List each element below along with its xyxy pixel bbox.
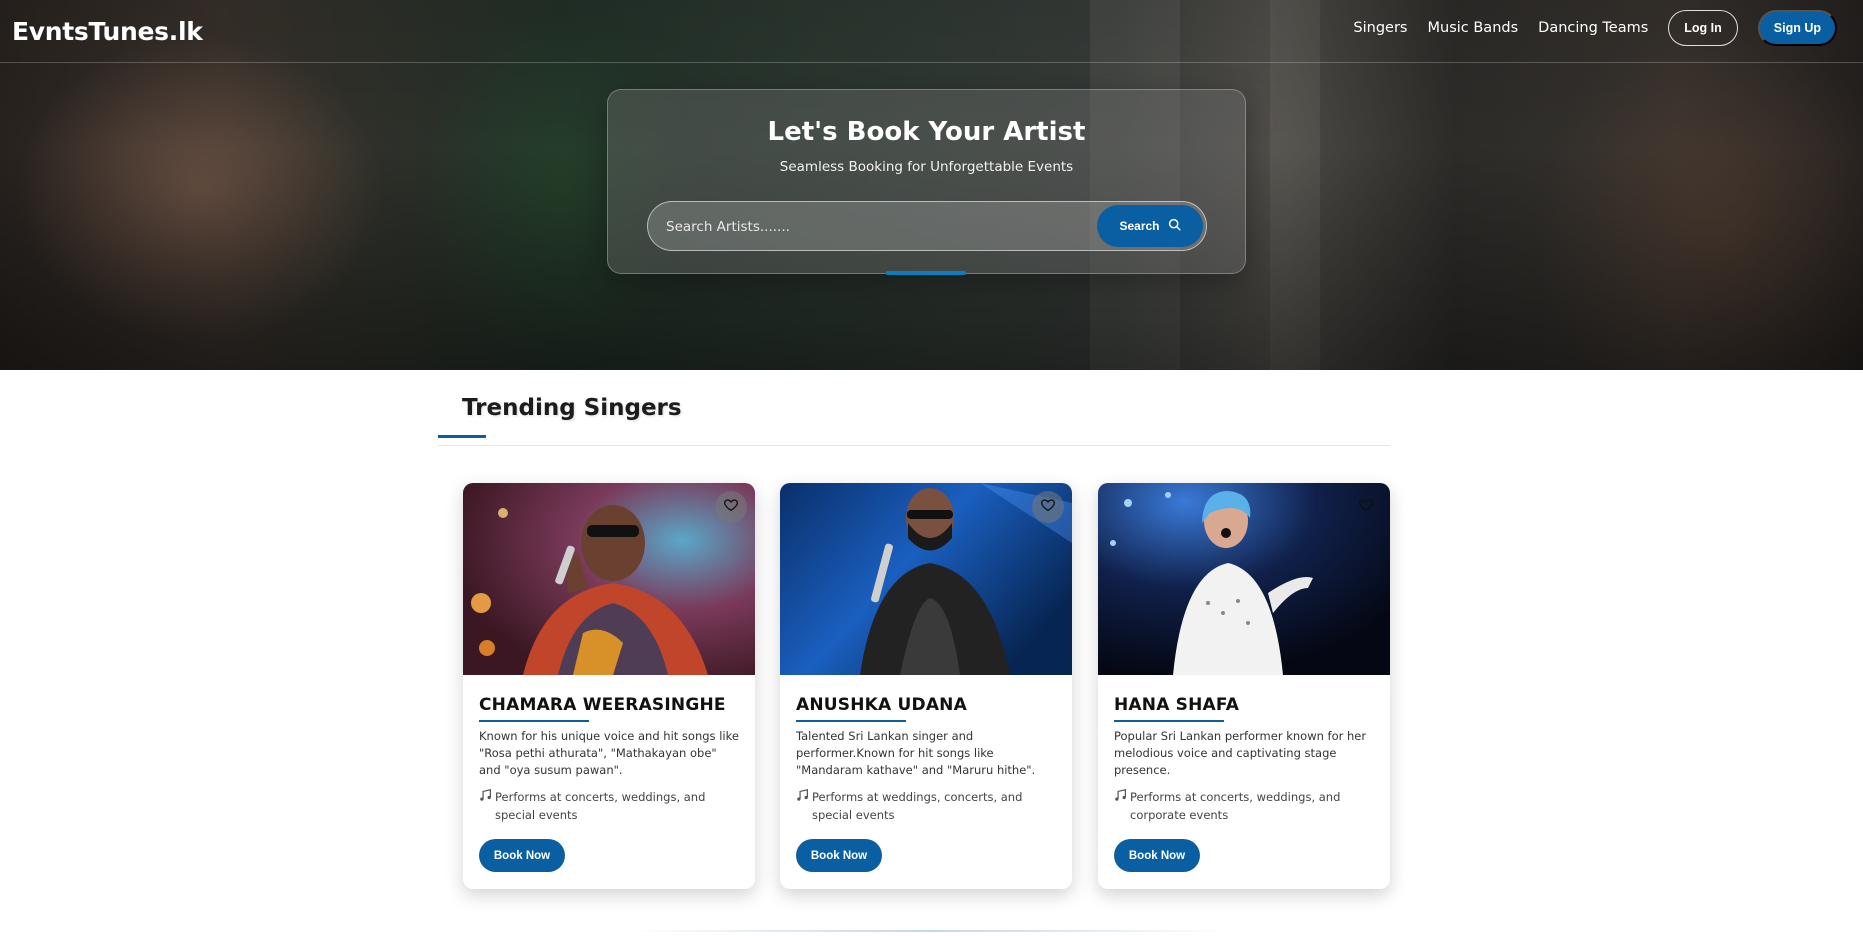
favorite-button[interactable] — [715, 491, 747, 523]
singer-card: HANA SHAFA Popular Sri Lankan performer … — [1098, 483, 1390, 889]
singer-performs-text: Performs at concerts, weddings, and corp… — [1130, 790, 1341, 822]
singer-card-body: HANA SHAFA Popular Sri Lankan performer … — [1114, 695, 1376, 824]
heart-outline-icon — [723, 497, 739, 517]
search-icon — [1168, 218, 1181, 234]
signup-button[interactable]: Sign Up — [1757, 10, 1837, 46]
nav-link-music-bands[interactable]: Music Bands — [1428, 20, 1519, 36]
hero-search-card: Let's Book Your Artist Seamless Booking … — [607, 89, 1246, 275]
section-title-accent — [438, 435, 486, 438]
singer-card: ANUSHKA UDANA Talented Sri Lankan singer… — [780, 483, 1072, 889]
slide-indicator — [886, 271, 966, 275]
heart-outline-icon — [1040, 497, 1056, 517]
search-bar: Search — [647, 201, 1207, 251]
nav-links: Singers Music Bands Dancing Teams Log In… — [1353, 10, 1837, 46]
top-navbar: EvntsTunes.lk Singers Music Bands Dancin… — [0, 0, 1863, 63]
singer-performs: Performs at concerts, weddings, and corp… — [1114, 788, 1376, 824]
search-button[interactable]: Search — [1097, 205, 1203, 247]
singer-name: HANA SHAFA — [1114, 695, 1240, 715]
music-note-icon — [796, 788, 810, 824]
singer-performs: Performs at weddings, concerts, and spec… — [796, 788, 1058, 824]
search-button-label: Search — [1119, 219, 1160, 233]
singer-name-underline — [796, 720, 906, 722]
nav-link-dancing-teams[interactable]: Dancing Teams — [1538, 20, 1648, 36]
singer-photo — [780, 483, 1072, 675]
book-now-button[interactable]: Book Now — [1114, 839, 1200, 872]
favorite-button[interactable] — [1032, 491, 1064, 523]
singer-description: Talented Sri Lankan singer and performer… — [796, 729, 1036, 777]
singer-name: ANUSHKA UDANA — [796, 695, 967, 715]
book-now-button[interactable]: Book Now — [796, 839, 882, 872]
heart-outline-icon — [1358, 497, 1374, 517]
hero-subtitle: Seamless Booking for Unforgettable Event… — [779, 159, 1074, 175]
singer-name-underline — [479, 720, 589, 722]
singer-name-underline — [1114, 720, 1224, 722]
singer-photo — [463, 483, 755, 675]
nav-link-singers[interactable]: Singers — [1353, 20, 1407, 36]
section-divider — [438, 445, 1390, 446]
music-note-icon — [479, 788, 493, 824]
favorite-button[interactable] — [1350, 491, 1382, 523]
section-title: Trending Singers — [462, 395, 682, 421]
login-button[interactable]: Log In — [1668, 10, 1738, 46]
singer-performs-text: Performs at concerts, weddings, and spec… — [495, 790, 706, 822]
singer-card-body: ANUSHKA UDANA Talented Sri Lankan singer… — [796, 695, 1058, 824]
singer-card: CHAMARA WEERASINGHE Known for his unique… — [463, 483, 755, 889]
book-now-button[interactable]: Book Now — [479, 839, 565, 872]
hero-title: Let's Book Your Artist — [767, 117, 1086, 147]
hero-banner: EvntsTunes.lk Singers Music Bands Dancin… — [0, 0, 1863, 370]
singer-performs-text: Performs at weddings, concerts, and spec… — [812, 790, 1023, 822]
singer-description: Known for his unique voice and hit songs… — [479, 729, 739, 777]
singer-name: CHAMARA WEERASINGHE — [479, 695, 726, 715]
singer-performs: Performs at concerts, weddings, and spec… — [479, 788, 741, 824]
bottom-divider — [630, 930, 1230, 932]
singer-photo — [1098, 483, 1390, 675]
brand-logo[interactable]: EvntsTunes.lk — [12, 17, 203, 46]
music-note-icon — [1114, 788, 1128, 824]
singer-card-body: CHAMARA WEERASINGHE Known for his unique… — [479, 695, 741, 824]
search-input[interactable] — [666, 215, 1066, 239]
singer-description: Popular Sri Lankan performer known for h… — [1114, 729, 1367, 777]
